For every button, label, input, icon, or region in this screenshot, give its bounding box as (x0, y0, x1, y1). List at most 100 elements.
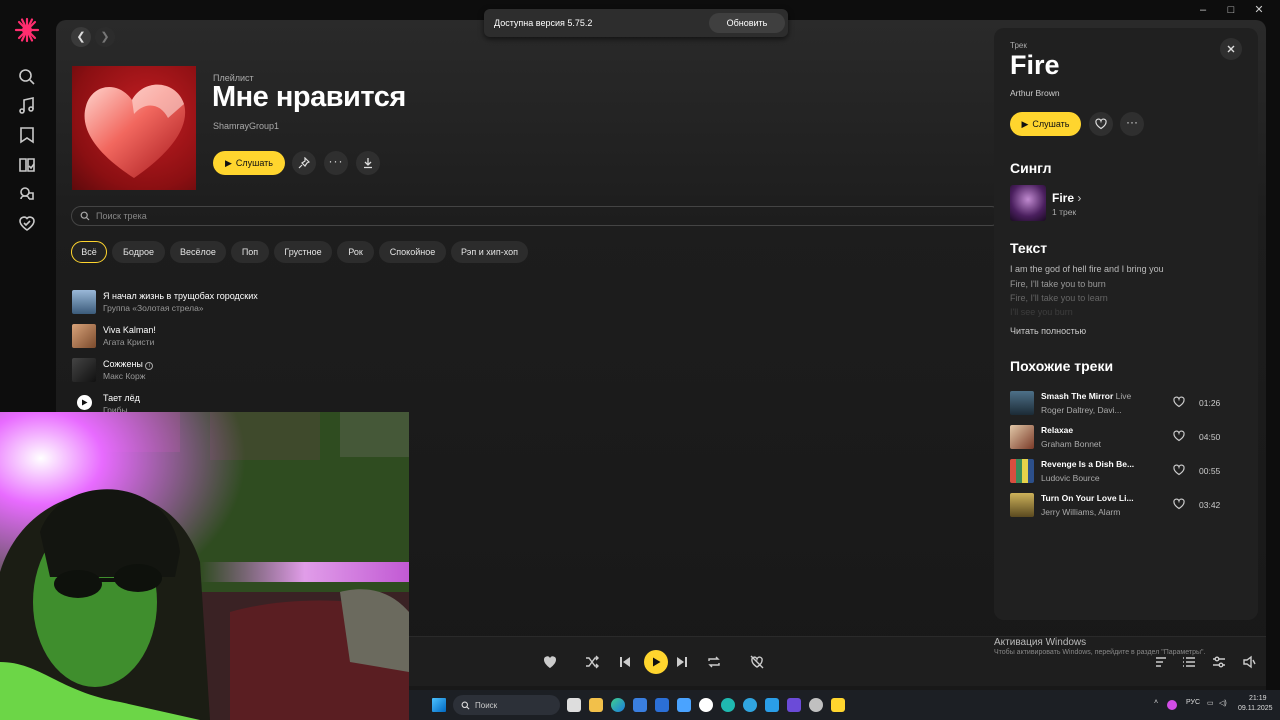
shuffle-icon[interactable] (584, 654, 600, 670)
queue-icon[interactable] (1181, 654, 1197, 670)
activation-watermark-title: Активация Windows (994, 637, 1087, 648)
playing-indicator-icon[interactable] (77, 395, 92, 410)
track-artist[interactable]: Группа «Золотая стрела» (103, 303, 204, 313)
more-options-button[interactable]: ··· (324, 151, 348, 175)
repeat-icon[interactable] (706, 654, 722, 670)
similar-track-artist[interactable]: Graham Bonnet (1041, 439, 1101, 449)
heart-icon[interactable] (1173, 396, 1185, 408)
playlist-owner[interactable]: ShamrayGroup1 (213, 121, 279, 131)
similar-track-row[interactable]: Turn On Your Love Li... Jerry Williams, … (1010, 493, 1250, 519)
app-icon[interactable] (787, 698, 801, 712)
like-track-heart-icon[interactable] (542, 654, 558, 670)
kids-icon[interactable] (17, 184, 37, 204)
pin-button[interactable] (292, 151, 316, 175)
equalizer-settings-icon[interactable] (1211, 654, 1227, 670)
collection-icon[interactable] (17, 125, 37, 145)
filter-chip-rap[interactable]: Рэп и хип-хоп (451, 241, 528, 263)
track-search-input[interactable]: Поиск трека (71, 206, 1001, 226)
track-more-button[interactable]: ··· (1120, 112, 1144, 136)
filter-chip-cheerful[interactable]: Весёлое (170, 241, 226, 263)
playlist-listen-button[interactable]: ▶ Слушать (213, 151, 285, 175)
play-pause-button[interactable] (644, 650, 668, 674)
similar-track-artist[interactable]: Jerry Williams, Alarm (1041, 507, 1120, 517)
music-note-icon[interactable] (17, 96, 37, 116)
file-explorer-icon[interactable] (589, 698, 603, 712)
back-button[interactable]: ❮ (71, 27, 91, 47)
similar-track-row[interactable]: Relaxae Graham Bonnet 04:50 (1010, 425, 1250, 451)
outlook-icon[interactable] (655, 698, 669, 712)
search-icon (80, 211, 90, 221)
taskbar-search[interactable]: Поиск (453, 695, 560, 715)
maximize-button[interactable]: □ (1218, 0, 1244, 20)
single-cover[interactable] (1010, 185, 1046, 221)
podcasts-books-icon[interactable] (17, 155, 37, 175)
clock-time[interactable]: 21:19 (1249, 695, 1267, 702)
similar-track-artist[interactable]: Ludovic Bource (1041, 473, 1100, 483)
search-icon (461, 701, 470, 709)
volume-icon[interactable] (1241, 654, 1257, 670)
app-logo-icon[interactable] (13, 16, 41, 44)
close-window-button[interactable]: ✕ (1246, 0, 1272, 20)
start-menu-icon[interactable] (432, 698, 446, 712)
heart-icon[interactable] (1173, 430, 1185, 442)
webcam-feed (0, 412, 409, 720)
update-button[interactable]: Обновить (709, 13, 785, 33)
task-view-icon[interactable] (567, 698, 581, 712)
similar-track-artist[interactable]: Roger Daltrey, Davi... (1041, 405, 1122, 415)
network-icon[interactable]: ▭ (1207, 699, 1214, 707)
todo-icon[interactable] (677, 698, 691, 712)
filter-chip-sad[interactable]: Грустное (274, 241, 332, 263)
filter-chip-pop[interactable]: Поп (231, 241, 269, 263)
similar-track-title: Smash The Mirror Live (1041, 391, 1132, 401)
clock-date[interactable]: 09.11.2025 (1238, 705, 1273, 712)
edge-browser-icon[interactable] (611, 698, 625, 712)
like-button[interactable] (1089, 112, 1113, 136)
similar-track-row[interactable]: Smash The Mirror Live Roger Daltrey, Dav… (1010, 391, 1250, 417)
track-artist[interactable]: Агата Кристи (103, 337, 154, 347)
filter-chip-calm[interactable]: Спокойное (379, 241, 446, 263)
track-cover (72, 358, 96, 382)
more-dots-icon: ··· (1126, 114, 1138, 129)
heart-icon[interactable] (1173, 464, 1185, 476)
minimize-button[interactable]: – (1190, 0, 1216, 20)
yandex-browser-icon[interactable] (699, 698, 713, 712)
lyrics-line: Fire, I'll take you to learn (1010, 293, 1108, 303)
info-icon: i (145, 362, 154, 370)
lyrics-line: Fire, I'll take you to burn (1010, 279, 1106, 289)
similar-track-row[interactable]: Revenge Is a Dish Be... Ludovic Bource 0… (1010, 459, 1250, 485)
filter-chip-energetic[interactable]: Бодрое (112, 241, 165, 263)
filter-chip-all[interactable]: Всё (71, 241, 107, 263)
tray-app-icon[interactable] (1167, 700, 1177, 710)
tray-overflow-icon[interactable]: ˄ (1154, 699, 1158, 706)
forward-button[interactable]: ❯ (95, 27, 115, 47)
more-dots-icon: ··· (328, 153, 344, 168)
close-panel-button[interactable] (1220, 38, 1242, 60)
store-icon[interactable] (633, 698, 647, 712)
single-title[interactable]: Fire › (1052, 191, 1081, 205)
settings-icon[interactable] (809, 698, 823, 712)
download-button[interactable] (356, 151, 380, 175)
previous-track-icon[interactable] (617, 654, 633, 670)
play-icon: ▶ (1021, 118, 1029, 129)
favorites-heart-icon[interactable] (17, 213, 37, 233)
speaker-icon[interactable]: ◁) (1219, 699, 1227, 707)
language-indicator[interactable]: РУС (1186, 699, 1200, 706)
app-root: – □ ✕ ❮ ❯ Плейлист Мне нравится ShamrayG… (0, 0, 1280, 720)
search-icon[interactable] (17, 67, 37, 87)
track-listen-button[interactable]: ▶ Слушать (1010, 112, 1081, 136)
read-full-lyrics-link[interactable]: Читать полностью (1010, 326, 1086, 336)
app-icon[interactable] (765, 698, 779, 712)
telegram-icon[interactable] (743, 698, 757, 712)
track-title: Сожжены i (103, 359, 154, 370)
similar-tracks-heading: Похожие треки (1010, 358, 1114, 374)
heart-icon[interactable] (1173, 498, 1185, 510)
dislike-icon[interactable] (749, 654, 765, 670)
next-track-icon[interactable] (674, 654, 690, 670)
chevron-right-icon: › (1077, 191, 1082, 205)
track-artist[interactable]: Макс Корж (103, 371, 145, 381)
yandex-music-icon[interactable] (831, 698, 845, 712)
copilot-icon[interactable] (721, 698, 735, 712)
track-artist[interactable]: Arthur Brown (1010, 88, 1060, 98)
filter-chip-rock[interactable]: Рок (337, 241, 374, 263)
lyrics-icon[interactable] (1153, 654, 1169, 670)
